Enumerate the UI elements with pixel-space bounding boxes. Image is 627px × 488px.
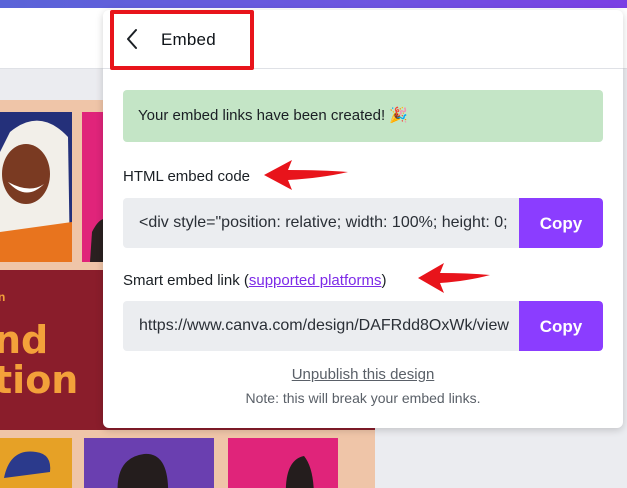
success-banner: Your embed links have been created! 🎉 <box>123 90 603 142</box>
unpublish-note: Note: this will break your embed links. <box>245 390 481 406</box>
smart-embed-field[interactable]: https://www.canva.com/design/DAFRdd8OxWk… <box>123 301 603 351</box>
copy-link-button[interactable]: Copy <box>519 301 603 351</box>
banner-line: tion <box>0 358 79 402</box>
banner-line: nd <box>0 318 49 362</box>
banner-text: n <box>0 290 6 304</box>
banner-heading: nd tion <box>0 320 78 400</box>
back-arrow-icon[interactable] <box>125 28 139 50</box>
html-embed-field[interactable]: <div style="position: relative; width: 1… <box>123 198 603 248</box>
smart-embed-label: Smart embed link (supported platforms) <box>123 272 386 289</box>
smart-label-suffix: ) <box>381 272 387 289</box>
illustration-tile <box>228 438 338 488</box>
panel-header: Embed <box>103 10 623 69</box>
copy-html-button[interactable]: Copy <box>519 198 603 248</box>
unpublish-link[interactable]: Unpublish this design <box>103 366 623 383</box>
illustration-tile <box>0 438 72 488</box>
supported-platforms-link[interactable]: supported platforms <box>249 272 382 289</box>
embed-panel: Embed Your embed links have been created… <box>103 10 623 428</box>
html-embed-label: HTML embed code <box>123 168 251 185</box>
smart-label-prefix: Smart embed link ( <box>123 272 249 289</box>
html-embed-code[interactable]: <div style="position: relative; width: 1… <box>139 198 519 248</box>
smart-embed-link[interactable]: https://www.canva.com/design/DAFRdd8OxWk… <box>139 301 519 351</box>
illustration-tile <box>0 112 72 262</box>
panel-title: Embed <box>161 30 216 49</box>
app-top-bar <box>0 0 627 8</box>
illustration-tile <box>84 438 214 488</box>
